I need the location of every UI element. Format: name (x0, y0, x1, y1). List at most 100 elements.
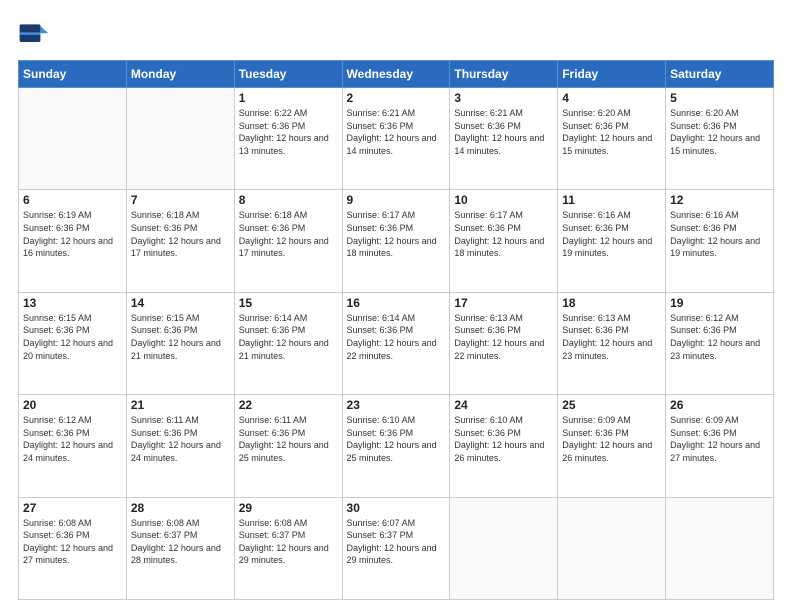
calendar-cell: 24Sunrise: 6:10 AMSunset: 6:36 PMDayligh… (450, 395, 558, 497)
day-number: 8 (239, 193, 338, 207)
day-number: 11 (562, 193, 661, 207)
logo-icon (18, 18, 50, 50)
day-number: 26 (670, 398, 769, 412)
day-info: Sunrise: 6:14 AMSunset: 6:36 PMDaylight:… (239, 312, 338, 362)
calendar-row-5: 27 Sunrise: 6:08 AMSunset: 6:36 PMDayligh… (19, 497, 774, 599)
calendar-cell: 20 Sunrise: 6:12 AMSunset: 6:36 PMDayligh… (19, 395, 127, 497)
day-number: 4 (562, 91, 661, 105)
calendar-cell (450, 497, 558, 599)
calendar-row-3: 13 Sunrise: 6:15 AMSunset: 6:36 PMDayligh… (19, 292, 774, 394)
calendar-row-1: 1Sunrise: 6:22 AMSunset: 6:36 PMDaylight… (19, 88, 774, 190)
calendar-cell: 17 Sunrise: 6:13 AMSunset: 6:36 PMDayligh… (450, 292, 558, 394)
day-number: 1 (239, 91, 338, 105)
calendar-cell: 19 Sunrise: 6:12 AMSunset: 6:36 PMDayligh… (666, 292, 774, 394)
day-info: Sunrise: 6:16 AMSunset: 6:36 PMDaylight:… (562, 209, 661, 259)
calendar-cell: 11 Sunrise: 6:16 AMSunset: 6:36 PMDayligh… (558, 190, 666, 292)
calendar-cell: 22 Sunrise: 6:11 AMSunset: 6:36 PMDayligh… (234, 395, 342, 497)
day-info: Sunrise: 6:13 AMSunset: 6:36 PMDaylight:… (454, 312, 553, 362)
day-info: Sunrise: 6:14 AMSunset: 6:36 PMDaylight:… (347, 312, 446, 362)
page: SundayMondayTuesdayWednesdayThursdayFrid… (0, 0, 792, 612)
calendar-cell: 27 Sunrise: 6:08 AMSunset: 6:36 PMDayligh… (19, 497, 127, 599)
header (18, 18, 774, 50)
calendar-header: SundayMondayTuesdayWednesdayThursdayFrid… (19, 61, 774, 88)
calendar-cell (558, 497, 666, 599)
day-info: Sunrise: 6:13 AMSunset: 6:36 PMDaylight:… (562, 312, 661, 362)
day-number: 30 (347, 501, 446, 515)
calendar-cell: 29Sunrise: 6:08 AMSunset: 6:37 PMDayligh… (234, 497, 342, 599)
day-info: Sunrise: 6:07 AMSunset: 6:37 PMDaylight:… (347, 517, 446, 567)
day-number: 28 (131, 501, 230, 515)
day-info: Sunrise: 6:09 AMSunset: 6:36 PMDaylight:… (670, 414, 769, 464)
calendar-cell: 9 Sunrise: 6:17 AMSunset: 6:36 PMDaylight… (342, 190, 450, 292)
calendar-cell (126, 88, 234, 190)
day-number: 25 (562, 398, 661, 412)
day-info: Sunrise: 6:19 AMSunset: 6:36 PMDaylight:… (23, 209, 122, 259)
calendar-cell: 14 Sunrise: 6:15 AMSunset: 6:36 PMDayligh… (126, 292, 234, 394)
calendar-cell: 7 Sunrise: 6:18 AMSunset: 6:36 PMDaylight… (126, 190, 234, 292)
calendar-cell: 12 Sunrise: 6:16 AMSunset: 6:36 PMDayligh… (666, 190, 774, 292)
day-number: 21 (131, 398, 230, 412)
day-info: Sunrise: 6:11 AMSunset: 6:36 PMDaylight:… (239, 414, 338, 464)
day-number: 7 (131, 193, 230, 207)
day-number: 6 (23, 193, 122, 207)
day-info: Sunrise: 6:09 AMSunset: 6:36 PMDaylight:… (562, 414, 661, 464)
day-number: 19 (670, 296, 769, 310)
day-info: Sunrise: 6:20 AMSunset: 6:36 PMDaylight:… (670, 107, 769, 157)
col-header-sunday: Sunday (19, 61, 127, 88)
day-number: 23 (347, 398, 446, 412)
day-info: Sunrise: 6:12 AMSunset: 6:36 PMDaylight:… (670, 312, 769, 362)
calendar-row-2: 6 Sunrise: 6:19 AMSunset: 6:36 PMDaylight… (19, 190, 774, 292)
calendar-cell: 10Sunrise: 6:17 AMSunset: 6:36 PMDayligh… (450, 190, 558, 292)
day-number: 13 (23, 296, 122, 310)
day-number: 9 (347, 193, 446, 207)
day-number: 18 (562, 296, 661, 310)
day-info: Sunrise: 6:08 AMSunset: 6:37 PMDaylight:… (131, 517, 230, 567)
day-info: Sunrise: 6:21 AMSunset: 6:36 PMDaylight:… (347, 107, 446, 157)
calendar-table: SundayMondayTuesdayWednesdayThursdayFrid… (18, 60, 774, 600)
day-number: 17 (454, 296, 553, 310)
calendar-cell: 23Sunrise: 6:10 AMSunset: 6:36 PMDayligh… (342, 395, 450, 497)
calendar-cell (19, 88, 127, 190)
col-header-monday: Monday (126, 61, 234, 88)
day-info: Sunrise: 6:10 AMSunset: 6:36 PMDaylight:… (454, 414, 553, 464)
calendar-cell: 25 Sunrise: 6:09 AMSunset: 6:36 PMDayligh… (558, 395, 666, 497)
day-info: Sunrise: 6:20 AMSunset: 6:36 PMDaylight:… (562, 107, 661, 157)
calendar-cell: 30 Sunrise: 6:07 AMSunset: 6:37 PMDayligh… (342, 497, 450, 599)
col-header-wednesday: Wednesday (342, 61, 450, 88)
calendar-cell: 16 Sunrise: 6:14 AMSunset: 6:36 PMDayligh… (342, 292, 450, 394)
day-info: Sunrise: 6:18 AMSunset: 6:36 PMDaylight:… (239, 209, 338, 259)
day-info: Sunrise: 6:16 AMSunset: 6:36 PMDaylight:… (670, 209, 769, 259)
calendar-cell: 5Sunrise: 6:20 AMSunset: 6:36 PMDaylight… (666, 88, 774, 190)
calendar-cell: 13Sunrise: 6:15 AMSunset: 6:36 PMDayligh… (19, 292, 127, 394)
col-header-thursday: Thursday (450, 61, 558, 88)
day-info: Sunrise: 6:21 AMSunset: 6:36 PMDaylight:… (454, 107, 553, 157)
col-header-friday: Friday (558, 61, 666, 88)
day-info: Sunrise: 6:11 AMSunset: 6:36 PMDaylight:… (131, 414, 230, 464)
calendar-cell: 15Sunrise: 6:14 AMSunset: 6:36 PMDayligh… (234, 292, 342, 394)
day-number: 22 (239, 398, 338, 412)
calendar-cell: 26 Sunrise: 6:09 AMSunset: 6:36 PMDayligh… (666, 395, 774, 497)
col-header-saturday: Saturday (666, 61, 774, 88)
day-number: 20 (23, 398, 122, 412)
day-info: Sunrise: 6:12 AMSunset: 6:36 PMDaylight:… (23, 414, 122, 464)
day-number: 12 (670, 193, 769, 207)
calendar-cell: 8 Sunrise: 6:18 AMSunset: 6:36 PMDaylight… (234, 190, 342, 292)
calendar-cell: 21 Sunrise: 6:11 AMSunset: 6:36 PMDayligh… (126, 395, 234, 497)
day-info: Sunrise: 6:17 AMSunset: 6:36 PMDaylight:… (454, 209, 553, 259)
day-number: 29 (239, 501, 338, 515)
day-number: 2 (347, 91, 446, 105)
calendar-cell: 1Sunrise: 6:22 AMSunset: 6:36 PMDaylight… (234, 88, 342, 190)
day-number: 14 (131, 296, 230, 310)
day-number: 16 (347, 296, 446, 310)
day-number: 27 (23, 501, 122, 515)
day-info: Sunrise: 6:17 AMSunset: 6:36 PMDaylight:… (347, 209, 446, 259)
header-row: SundayMondayTuesdayWednesdayThursdayFrid… (19, 61, 774, 88)
calendar-cell: 3Sunrise: 6:21 AMSunset: 6:36 PMDaylight… (450, 88, 558, 190)
day-info: Sunrise: 6:15 AMSunset: 6:36 PMDaylight:… (131, 312, 230, 362)
calendar-cell (666, 497, 774, 599)
day-info: Sunrise: 6:18 AMSunset: 6:36 PMDaylight:… (131, 209, 230, 259)
day-info: Sunrise: 6:08 AMSunset: 6:36 PMDaylight:… (23, 517, 122, 567)
calendar-cell: 4 Sunrise: 6:20 AMSunset: 6:36 PMDaylight… (558, 88, 666, 190)
logo (18, 18, 54, 50)
calendar-row-4: 20 Sunrise: 6:12 AMSunset: 6:36 PMDayligh… (19, 395, 774, 497)
